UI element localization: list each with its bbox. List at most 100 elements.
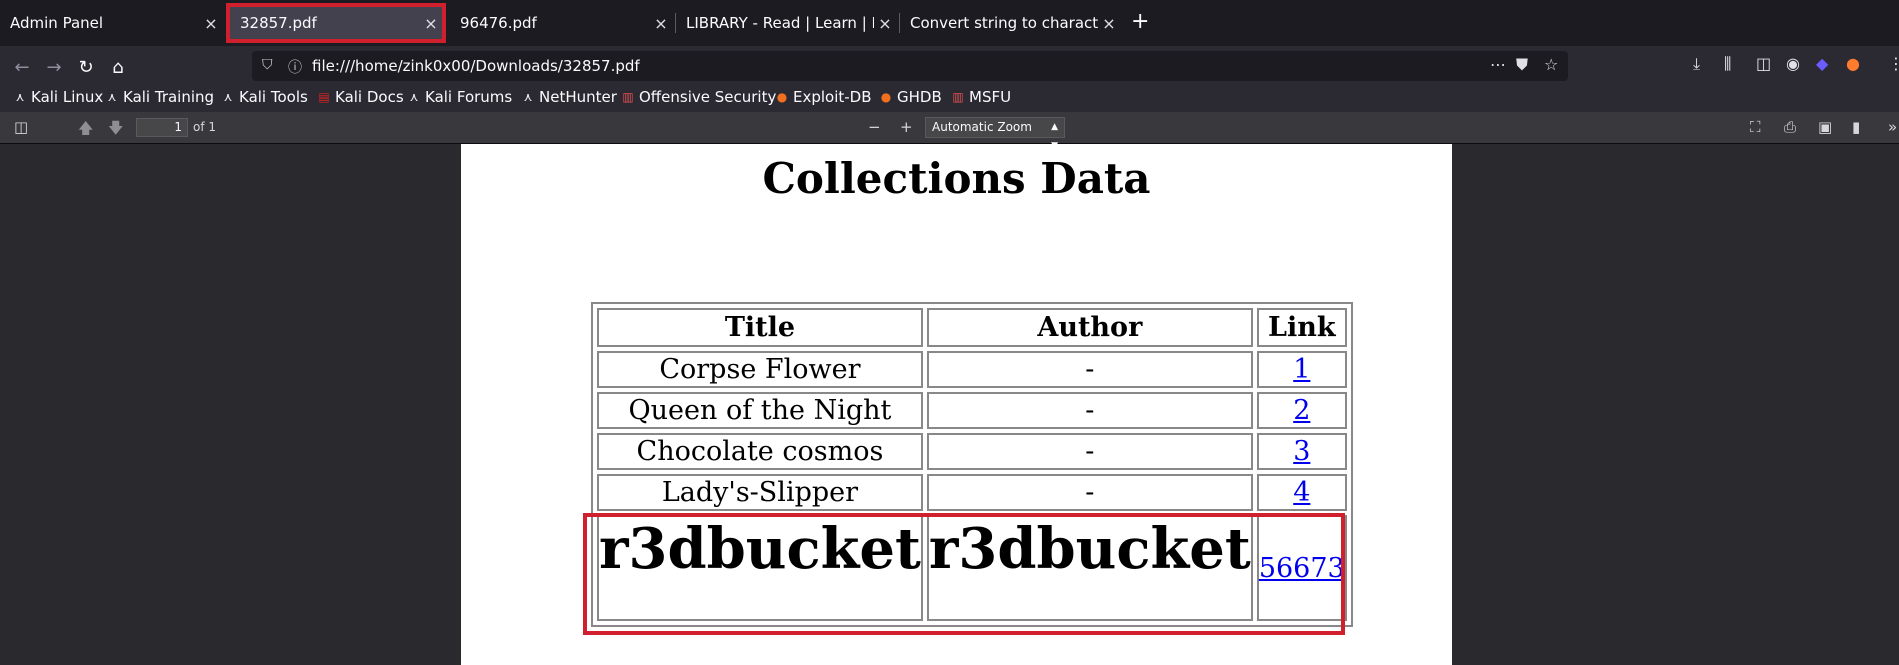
bookmark-kali-tools[interactable]: ⋏ Kali Tools (222, 88, 308, 106)
library-icon[interactable]: ⫼ (1724, 54, 1731, 74)
document-title: Collections Data (762, 154, 1151, 203)
zoom-select[interactable]: Automatic Zoom ▲▼ (925, 117, 1065, 151)
kali-icon: ⋏ (223, 90, 233, 104)
nethunter-icon: ⋏ (523, 90, 533, 104)
header-title: Title (597, 308, 923, 347)
cell-title: Corpse Flower (597, 351, 923, 388)
row-link[interactable]: 2 (1293, 395, 1310, 426)
bookmark-kali-linux[interactable]: ⋏ Kali Linux (14, 88, 104, 106)
cell-title: Lady's-Slipper (597, 474, 923, 511)
tab-label: 32857.pdf (240, 14, 317, 32)
bookmark-msfu[interactable]: ▥ MSFU (952, 88, 1011, 106)
tab-96476-pdf[interactable]: 96476.pdf × (450, 5, 672, 41)
back-icon[interactable]: ← (8, 54, 36, 82)
cell-author: - (926, 433, 1253, 470)
kali-icon: ⋏ (107, 90, 117, 104)
sidebar-toggle-icon[interactable]: ◫ (14, 118, 28, 136)
msfu-icon: ▥ (952, 90, 964, 104)
info-icon[interactable]: ⓘ (288, 57, 302, 77)
tab-strip: Admin Panel × 32857.pdf × 96476.pdf × LI… (0, 0, 1899, 46)
zoom-in-button[interactable]: + (900, 118, 913, 136)
table-row: Chocolate cosmos - 3 (597, 433, 1347, 470)
save-icon[interactable]: ▣ (1818, 118, 1832, 136)
reload-icon[interactable]: ↻ (72, 54, 100, 82)
zoom-value: Automatic Zoom (932, 120, 1032, 134)
row-link[interactable]: 1 (1293, 354, 1310, 385)
tab-admin-panel[interactable]: Admin Panel × (0, 5, 222, 41)
cell-title: Queen of the Night (597, 392, 923, 429)
extension-icon[interactable]: ◆ (1816, 54, 1828, 73)
foxyproxy-icon[interactable]: ● (1846, 54, 1860, 73)
account-icon[interactable]: ◉ (1786, 54, 1800, 73)
bookmark-label: Kali Tools (239, 88, 308, 106)
cell-author: - (926, 351, 1253, 388)
bookmark-icon[interactable]: ▮ (1852, 118, 1860, 136)
exploit-db-icon: ● (776, 90, 788, 104)
bookmark-kali-training[interactable]: ⋏ Kali Training (106, 88, 214, 106)
tab-library[interactable]: LIBRARY - Read | Learn | Ha × (676, 5, 896, 41)
pocket-icon[interactable]: ⛊ (1516, 55, 1528, 75)
table-row: Corpse Flower - 1 (597, 351, 1347, 388)
highlight-box (583, 513, 1345, 635)
bookmark-ghdb[interactable]: ● GHDB (880, 88, 942, 106)
ghdb-icon: ● (880, 90, 892, 104)
bookmark-exploit-db[interactable]: ● Exploit-DB (776, 88, 872, 106)
print-icon[interactable]: ⎙ (1784, 118, 1796, 136)
pdf-page: Collections Data Title Author Link Corps… (461, 144, 1452, 665)
bookmarks-toolbar: ⋏ Kali Linux ⋏ Kali Training ⋏ Kali Tools ▤… (0, 84, 1899, 112)
cell-author: - (926, 474, 1253, 511)
tab-close-icon[interactable]: × (1098, 14, 1120, 33)
zoom-out-button[interactable]: − (868, 118, 881, 136)
bookmark-kali-docs[interactable]: ▤ Kali Docs (318, 88, 404, 106)
tab-close-icon[interactable]: × (650, 14, 672, 33)
tab-label: LIBRARY - Read | Learn | Ha (686, 14, 874, 32)
tab-close-icon[interactable]: × (420, 14, 442, 33)
previous-page-icon[interactable]: 🡅 (78, 118, 93, 143)
bookmark-label: Kali Forums (425, 88, 513, 106)
tab-label: 96476.pdf (460, 14, 537, 32)
new-tab-button[interactable]: + (1131, 10, 1149, 34)
tab-close-icon[interactable]: × (874, 14, 896, 33)
bookmark-offensive-security[interactable]: ▥ Offensive Security (622, 88, 776, 106)
header-author: Author (926, 308, 1253, 347)
kali-icon: ⋏ (15, 90, 25, 104)
forward-icon[interactable]: → (40, 54, 68, 82)
page-actions-icon[interactable]: ⋯ (1490, 55, 1506, 74)
tab-convert-string[interactable]: Convert string to character c × (900, 5, 1120, 41)
menu-icon[interactable]: ⋮ (1888, 54, 1899, 73)
row-link[interactable]: 3 (1293, 436, 1310, 467)
tools-icon[interactable]: » (1888, 118, 1897, 136)
bookmark-label: NetHunter (539, 88, 617, 106)
header-link: Link (1256, 308, 1347, 347)
bookmark-label: Kali Linux (31, 88, 104, 106)
tab-label: Convert string to character c (910, 14, 1098, 32)
bookmark-label: Offensive Security (639, 88, 777, 106)
home-icon[interactable]: ⌂ (104, 54, 132, 82)
bookmark-nethunter[interactable]: ⋏ NetHunter (522, 88, 617, 106)
table-row: Queen of the Night - 2 (597, 392, 1347, 429)
next-page-icon[interactable]: 🡇 (108, 118, 123, 143)
tab-close-icon[interactable]: × (200, 14, 222, 33)
cell-link: 1 (1256, 351, 1347, 388)
bookmark-kali-forums[interactable]: ⋏ Kali Forums (408, 88, 513, 106)
tab-32857-pdf[interactable]: 32857.pdf × (226, 3, 446, 43)
url-bar[interactable]: ⛉ ⓘ file:///home/zink0x00/Downloads/3285… (252, 51, 1568, 81)
sidebar-icon[interactable]: ◫ (1756, 54, 1771, 73)
table-header-row: Title Author Link (597, 308, 1347, 347)
cell-title: Chocolate cosmos (597, 433, 923, 470)
bookmark-star-icon[interactable]: ☆ (1544, 55, 1558, 74)
bookmark-label: MSFU (969, 88, 1012, 106)
bookmark-label: GHDB (897, 88, 942, 106)
presentation-mode-icon[interactable]: ⛶ (1750, 118, 1761, 136)
kali-icon: ⋏ (409, 90, 419, 104)
shield-icon[interactable]: ⛉ (262, 57, 273, 73)
offsec-icon: ▥ (622, 90, 634, 104)
downloads-icon[interactable]: ⤓ (1693, 54, 1700, 74)
pdf-viewer: Collections Data Title Author Link Corps… (0, 144, 1899, 665)
url-text[interactable]: file:///home/zink0x00/Downloads/32857.pd… (312, 57, 640, 75)
bookmark-label: Kali Docs (335, 88, 404, 106)
page-number-input[interactable]: 1 (136, 118, 188, 137)
cell-link: 4 (1256, 474, 1347, 511)
row-link[interactable]: 4 (1293, 477, 1310, 508)
cell-link: 2 (1256, 392, 1347, 429)
